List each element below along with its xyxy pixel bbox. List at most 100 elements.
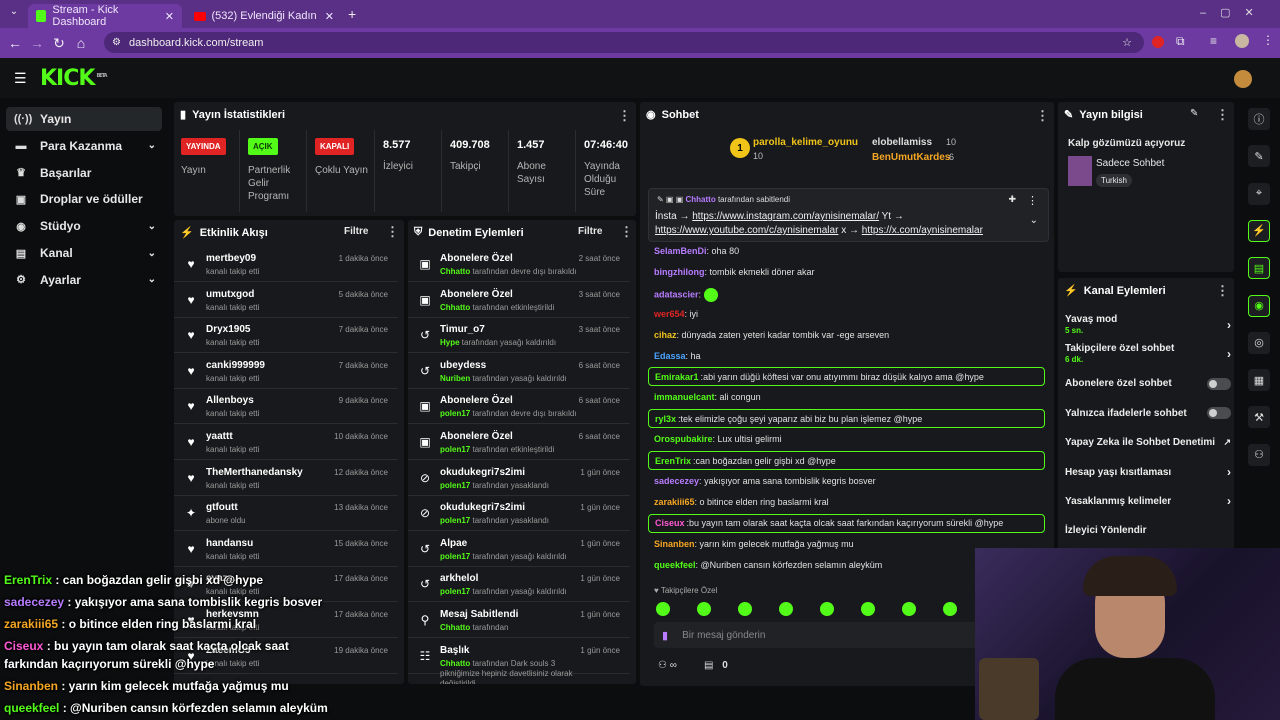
wrench-icon[interactable]: ⚒ [1248, 406, 1270, 429]
extension-icon[interactable] [1152, 36, 1164, 48]
moderation-target[interactable]: Alpae [440, 538, 467, 549]
sidebar-item-ayarlar[interactable]: ⚙ Ayarlar ⌄ [6, 268, 162, 292]
chat-input[interactable]: ▮ Bir mesaj gönderin [654, 622, 984, 648]
activity-filter-button[interactable]: Filtre [344, 226, 368, 237]
activity-row[interactable]: ✦ gtfoutt abone oldu 13 dakika önce [174, 497, 398, 532]
chat-message[interactable]: queekfeel: @Nuriben cansın körfezden sel… [648, 560, 882, 570]
moderation-filter-button[interactable]: Filtre [578, 226, 602, 237]
chat-username[interactable]: immanuelcant [654, 392, 715, 402]
moderation-target[interactable]: okudukegri7s2imi [440, 467, 525, 478]
emote-icon[interactable] [902, 602, 916, 616]
moderator-name[interactable]: Chhatto [440, 659, 470, 668]
activity-username[interactable]: handansu [206, 538, 253, 549]
channel-action-3[interactable]: Yalnızca ifadelerle sohbet [1065, 402, 1231, 424]
activity-row[interactable]: ♥ Dryx1905 kanalı takip etti 7 dakika önce [174, 319, 398, 354]
moderation-row[interactable]: ▣ Abonelere Özel polen17 tarafından devre … [408, 390, 630, 425]
x-link[interactable]: https://x.com/aynisinemalar [862, 225, 983, 236]
moderator-name[interactable]: Nuriben [440, 374, 470, 383]
chat-message[interactable]: sadecezey: yakışıyor ama sana tombislik … [648, 476, 876, 486]
chat-message[interactable]: bingzhilong: tombik ekmekli döner akar [648, 267, 815, 277]
channel-action-7[interactable]: İzleyici Yönlendir [1065, 520, 1231, 542]
toggle-switch[interactable] [1207, 377, 1231, 390]
chat-message[interactable]: Edassa: ha [648, 351, 701, 361]
pencil-icon[interactable]: ✎ [1248, 145, 1270, 168]
toggle-switch[interactable] [1207, 407, 1231, 420]
moderator-name[interactable]: polen17 [440, 516, 470, 525]
moderation-row[interactable]: ⚲ Mesaj Sabitlendi Chhatto tarafından 1 gün… [408, 604, 630, 638]
chat-username[interactable]: queekfeel [654, 560, 696, 570]
activity-menu-icon[interactable]: ⋮ [386, 224, 399, 240]
chat-username[interactable]: Edassa [654, 351, 686, 361]
chat-message[interactable]: Emirakar1: abi yarın düğü köftesi var on… [648, 367, 1045, 387]
activity-row[interactable]: ♥ handansu kanalı takip etti 15 dakika önce [174, 533, 398, 567]
chat-message[interactable]: Sinanben: yarın kim gelecek mutfağa yağm… [648, 539, 854, 549]
activity-username[interactable]: yaattt [206, 431, 233, 442]
channel-action-6[interactable]: Yasaklanmış kelimeler › [1065, 490, 1231, 512]
moderation-row[interactable]: ↺ Alpae polen17 tarafından yasağı kaldırıl… [408, 533, 630, 567]
stats-menu-icon[interactable]: ⋮ [618, 108, 631, 124]
moderation-row[interactable]: ☷ Başlık Chhatto tarafından Dark souls 3 p… [408, 640, 630, 684]
leader-name[interactable]: parolla_kelime_oyunu [753, 137, 858, 148]
moderation-row[interactable]: ⊘ okudukegri7s2imi polen17 tarafından yasa… [408, 462, 630, 496]
chat-message[interactable]: Ciseux: bu yayın tam olarak saat kaçta o… [648, 513, 1045, 533]
youtube-link[interactable]: https://www.youtube.com/c/aynisinemalar [655, 225, 838, 236]
emote-icon[interactable] [861, 602, 875, 616]
external-link-icon[interactable]: ↗ [1223, 437, 1231, 448]
moderator-name[interactable]: Chhatto [440, 303, 470, 312]
emote-icon[interactable] [697, 602, 711, 616]
edit-icon[interactable]: ✎ [1190, 108, 1198, 119]
target-icon[interactable]: ⌖ [1248, 182, 1270, 205]
unpin-icon[interactable]: ✚ [1008, 194, 1016, 205]
moderation-menu-icon[interactable]: ⋮ [620, 224, 633, 240]
browser-tab-kick[interactable]: Stream - Kick Dashboard ✕ [28, 4, 182, 28]
sidebar-item-ba-ar-lar[interactable]: ♛ Başarılar [6, 161, 162, 185]
pinned-by[interactable]: Chhatto [686, 195, 716, 204]
broadcast-icon[interactable]: ◎ [1248, 331, 1270, 354]
moderation-row[interactable]: ↺ arkhelol polen17 tarafından yasağı kaldı… [408, 568, 630, 603]
bookmark-star-icon[interactable]: ☆ [1122, 36, 1132, 49]
chat-username[interactable]: ErenTrix [655, 456, 691, 466]
channel-action-1[interactable]: Takipçilere özel sohbet 6 dk. › [1065, 343, 1231, 365]
activity-row[interactable]: ♥ umutxgod kanalı takip etti 5 dakika önce [174, 284, 398, 318]
channel-action-0[interactable]: Yavaş mod 5 sn. › [1065, 314, 1231, 336]
mic-icon[interactable]: ▮ [662, 629, 668, 642]
moderation-row[interactable]: ▣ Abonelere Özel polen17 tarafından etkinl… [408, 426, 630, 460]
kick-logo[interactable]: KICK BETA [40, 66, 108, 91]
moderator-name[interactable]: Chhatto [440, 623, 470, 632]
channel-action-2[interactable]: Abonelere özel sohbet [1065, 373, 1231, 395]
moderation-target[interactable]: Mesaj Sabitlendi [440, 609, 518, 620]
chat-username[interactable]: Emirakar1 [655, 372, 699, 382]
pinned-menu-icon[interactable]: ⋮ [1027, 194, 1038, 207]
activity-row[interactable]: ♥ Allenboys kanalı takip etti 9 dakika önce [174, 390, 398, 425]
viewers-infinity-icon[interactable]: ⚇ ∞ [658, 660, 677, 671]
moderation-target[interactable]: Abonelere Özel [440, 395, 513, 406]
chevron-down-icon[interactable]: ⌄ [148, 221, 156, 232]
chat-username[interactable]: SelamBenDi [654, 246, 707, 256]
chat-message[interactable]: adatascier: [648, 287, 718, 302]
emote-icon[interactable] [820, 602, 834, 616]
chat-message[interactable]: cihaz: dünyada zaten yeteri kadar tombik… [648, 330, 889, 340]
chat-menu-icon[interactable]: ⋮ [1036, 108, 1049, 124]
user-avatar[interactable] [1234, 70, 1252, 88]
moderation-target[interactable]: arkhelol [440, 573, 478, 584]
moderation-target[interactable]: Timur_o7 [440, 324, 485, 335]
chat-message[interactable]: wer654: iyi [648, 309, 698, 319]
activity-row[interactable]: ♥ mertbey09 kanalı takip etti 1 dakika önce [174, 248, 398, 282]
activity-username[interactable]: TheMerthanedansky [206, 467, 303, 478]
activity-username[interactable]: umutxgod [206, 289, 254, 300]
activity-username[interactable]: Dryx1905 [206, 324, 250, 335]
emote-icon[interactable] [779, 602, 793, 616]
home-icon[interactable]: ⌂ [70, 32, 92, 54]
chat-message[interactable]: ryl3x: tek elimizle çoğu şeyi yaparız ab… [648, 409, 1045, 429]
moderator-name[interactable]: polen17 [440, 481, 470, 490]
chevron-down-icon[interactable]: ⌄ [148, 140, 156, 151]
sidebar-item-yay-n[interactable]: ((·)) Yayın [6, 107, 162, 131]
moderation-row[interactable]: ▣ Abonelere Özel Chhatto tarafından devre … [408, 248, 630, 282]
chat-username[interactable]: cihaz [654, 330, 677, 340]
moderation-target[interactable]: ubeydess [440, 360, 486, 371]
leader-name[interactable]: elobellamiss [872, 137, 932, 148]
moderation-target[interactable]: Abonelere Özel [440, 289, 513, 300]
moderation-target[interactable]: okudukegri7s2imi [440, 502, 525, 513]
chevron-right-icon[interactable]: › [1227, 465, 1231, 479]
moderation-row[interactable]: ▣ Abonelere Özel Chhatto tarafından etkinl… [408, 284, 630, 318]
